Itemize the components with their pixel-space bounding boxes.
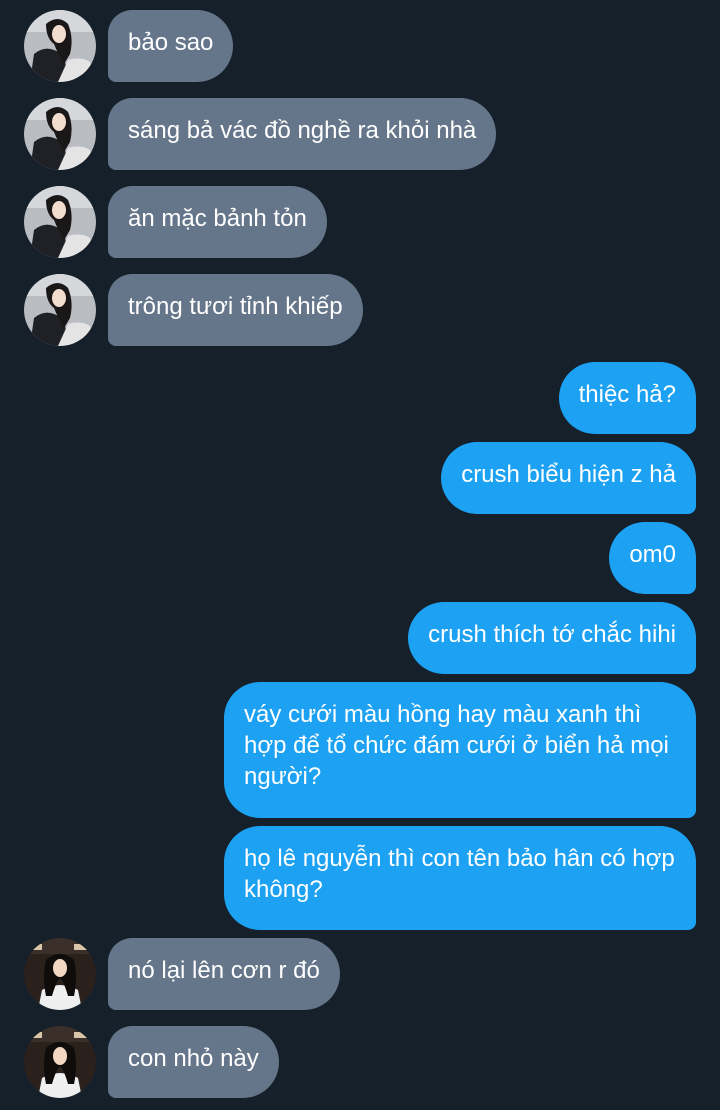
avatar-icon[interactable] (24, 10, 96, 82)
message-bubble[interactable]: bảo sao (108, 10, 234, 82)
message-bubble[interactable]: om0 (609, 522, 696, 594)
message-bubble[interactable]: họ lê nguyễn thì con tên bảo hân có hợp … (224, 826, 696, 930)
avatar-icon[interactable] (24, 186, 96, 258)
avatar-icon[interactable] (24, 1026, 96, 1098)
message-row-incoming: trông tươi tỉnh khiếp (0, 274, 720, 346)
message-bubble[interactable]: nó lại lên cơn r đó (108, 938, 340, 1010)
avatar-icon[interactable] (24, 274, 96, 346)
message-row-outgoing: họ lê nguyễn thì con tên bảo hân có hợp … (0, 826, 720, 930)
message-row-incoming: bảo sao (0, 10, 720, 82)
message-bubble[interactable]: crush biểu hiện z hả (441, 442, 696, 514)
message-row-incoming: nó lại lên cơn r đó (0, 938, 720, 1010)
message-row-outgoing: crush thích tớ chắc hihi (0, 602, 720, 674)
message-row-outgoing: crush biểu hiện z hả (0, 442, 720, 514)
message-row-outgoing: váy cưới màu hồng hay màu xanh thì hợp đ… (0, 682, 720, 818)
avatar-icon[interactable] (24, 938, 96, 1010)
message-bubble[interactable]: thiệc hả? (558, 362, 696, 434)
message-row-outgoing: thiệc hả? (0, 362, 720, 434)
message-bubble[interactable]: crush thích tớ chắc hihi (408, 602, 696, 674)
message-bubble[interactable]: ăn mặc bảnh tỏn (108, 186, 327, 258)
message-bubble[interactable]: con nhỏ này (108, 1026, 279, 1098)
message-row-outgoing: om0 (0, 522, 720, 594)
message-row-incoming: con nhỏ này (0, 1026, 720, 1098)
avatar-icon[interactable] (24, 98, 96, 170)
message-row-incoming: ăn mặc bảnh tỏn (0, 186, 720, 258)
message-thread: bảo sao sáng bả vác đồ nghề ra khỏi nhà (0, 0, 720, 1110)
message-bubble[interactable]: sáng bả vác đồ nghề ra khỏi nhà (108, 98, 497, 170)
message-row-incoming: sáng bả vác đồ nghề ra khỏi nhà (0, 98, 720, 170)
message-bubble[interactable]: váy cưới màu hồng hay màu xanh thì hợp đ… (224, 682, 696, 818)
message-bubble[interactable]: trông tươi tỉnh khiếp (108, 274, 363, 346)
